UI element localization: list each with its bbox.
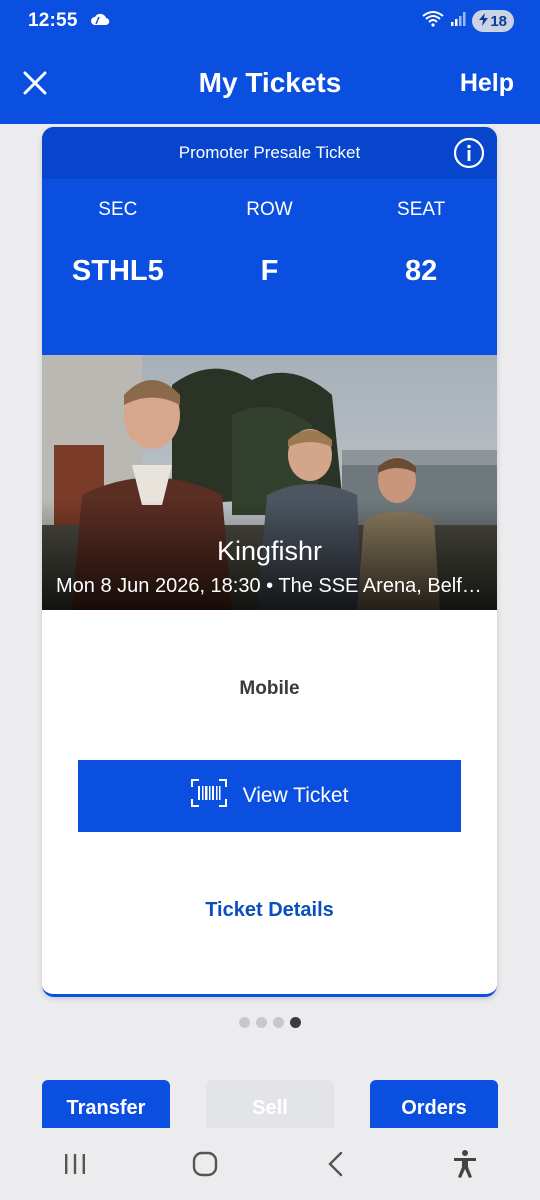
battery-level: 18: [490, 12, 507, 30]
pager-dot[interactable]: [256, 1017, 267, 1028]
app-bar: My Tickets Help: [0, 42, 540, 124]
seat-label: SEAT: [397, 199, 446, 220]
status-bar: 12:55 18: [0, 0, 540, 42]
ticket-actions: Transfer Sell Orders: [42, 1080, 498, 1128]
signal-icon: [450, 11, 466, 32]
event-meta: Mon 8 Jun 2026, 18:30 • The SSE Arena, B…: [56, 575, 487, 597]
accessibility-icon: [454, 1150, 476, 1178]
recent-apps-button[interactable]: [45, 1144, 105, 1184]
ticket-type-label: Promoter Presale Ticket: [178, 143, 361, 162]
home-icon: [192, 1151, 218, 1177]
pager-dot-active[interactable]: [290, 1017, 301, 1028]
row-label: ROW: [246, 199, 293, 220]
event-name: Kingfishr: [216, 536, 323, 566]
pager-dots: [0, 1017, 540, 1028]
seat-info: SEC STHL5 ROW F SEAT 82: [42, 199, 497, 288]
pager-dot[interactable]: [273, 1017, 284, 1028]
section-label: SEC: [98, 199, 138, 220]
home-button[interactable]: [175, 1144, 235, 1184]
close-button[interactable]: [22, 70, 48, 96]
wifi-icon: [422, 10, 444, 32]
ticket-card[interactable]: Promoter Presale Ticket SEC STHL5 ROW F …: [42, 127, 497, 997]
ticket-details-link[interactable]: Ticket Details: [42, 899, 497, 922]
orders-button[interactable]: Orders: [370, 1080, 498, 1128]
ticket-type-bar: Promoter Presale Ticket: [42, 127, 497, 179]
section-value: STHL5: [71, 255, 164, 287]
help-link[interactable]: Help: [460, 69, 514, 98]
charging-icon: [479, 12, 489, 30]
row-info: ROW F: [194, 199, 344, 288]
system-nav-bar: [0, 1128, 540, 1200]
status-time: 12:55: [28, 10, 78, 31]
back-button[interactable]: [305, 1144, 365, 1184]
seat-info-col: SEAT 82: [346, 199, 496, 288]
battery-indicator: 18: [472, 10, 514, 32]
transfer-button[interactable]: Transfer: [42, 1080, 170, 1128]
barcode-icon: [190, 779, 227, 813]
section-info: SEC STHL5: [43, 199, 193, 288]
cloud-icon: [90, 12, 110, 31]
pager-dot[interactable]: [239, 1017, 250, 1028]
close-icon: [23, 71, 47, 95]
view-ticket-button[interactable]: View Ticket: [78, 760, 461, 832]
event-image: Kingfishr Mon 8 Jun 2026, 18:30 • The SS…: [42, 355, 497, 610]
view-ticket-label: View Ticket: [242, 784, 349, 807]
info-button[interactable]: [453, 137, 485, 169]
seat-value: 82: [405, 255, 438, 287]
ticket-header: Promoter Presale Ticket SEC STHL5 ROW F …: [42, 127, 497, 355]
sell-button[interactable]: Sell: [206, 1080, 334, 1128]
back-icon: [328, 1151, 343, 1177]
info-icon: [453, 137, 485, 169]
accessibility-button[interactable]: [435, 1144, 495, 1184]
recent-apps-icon: [65, 1154, 85, 1174]
delivery-method: Mobile: [239, 678, 300, 699]
row-value: F: [260, 255, 279, 287]
